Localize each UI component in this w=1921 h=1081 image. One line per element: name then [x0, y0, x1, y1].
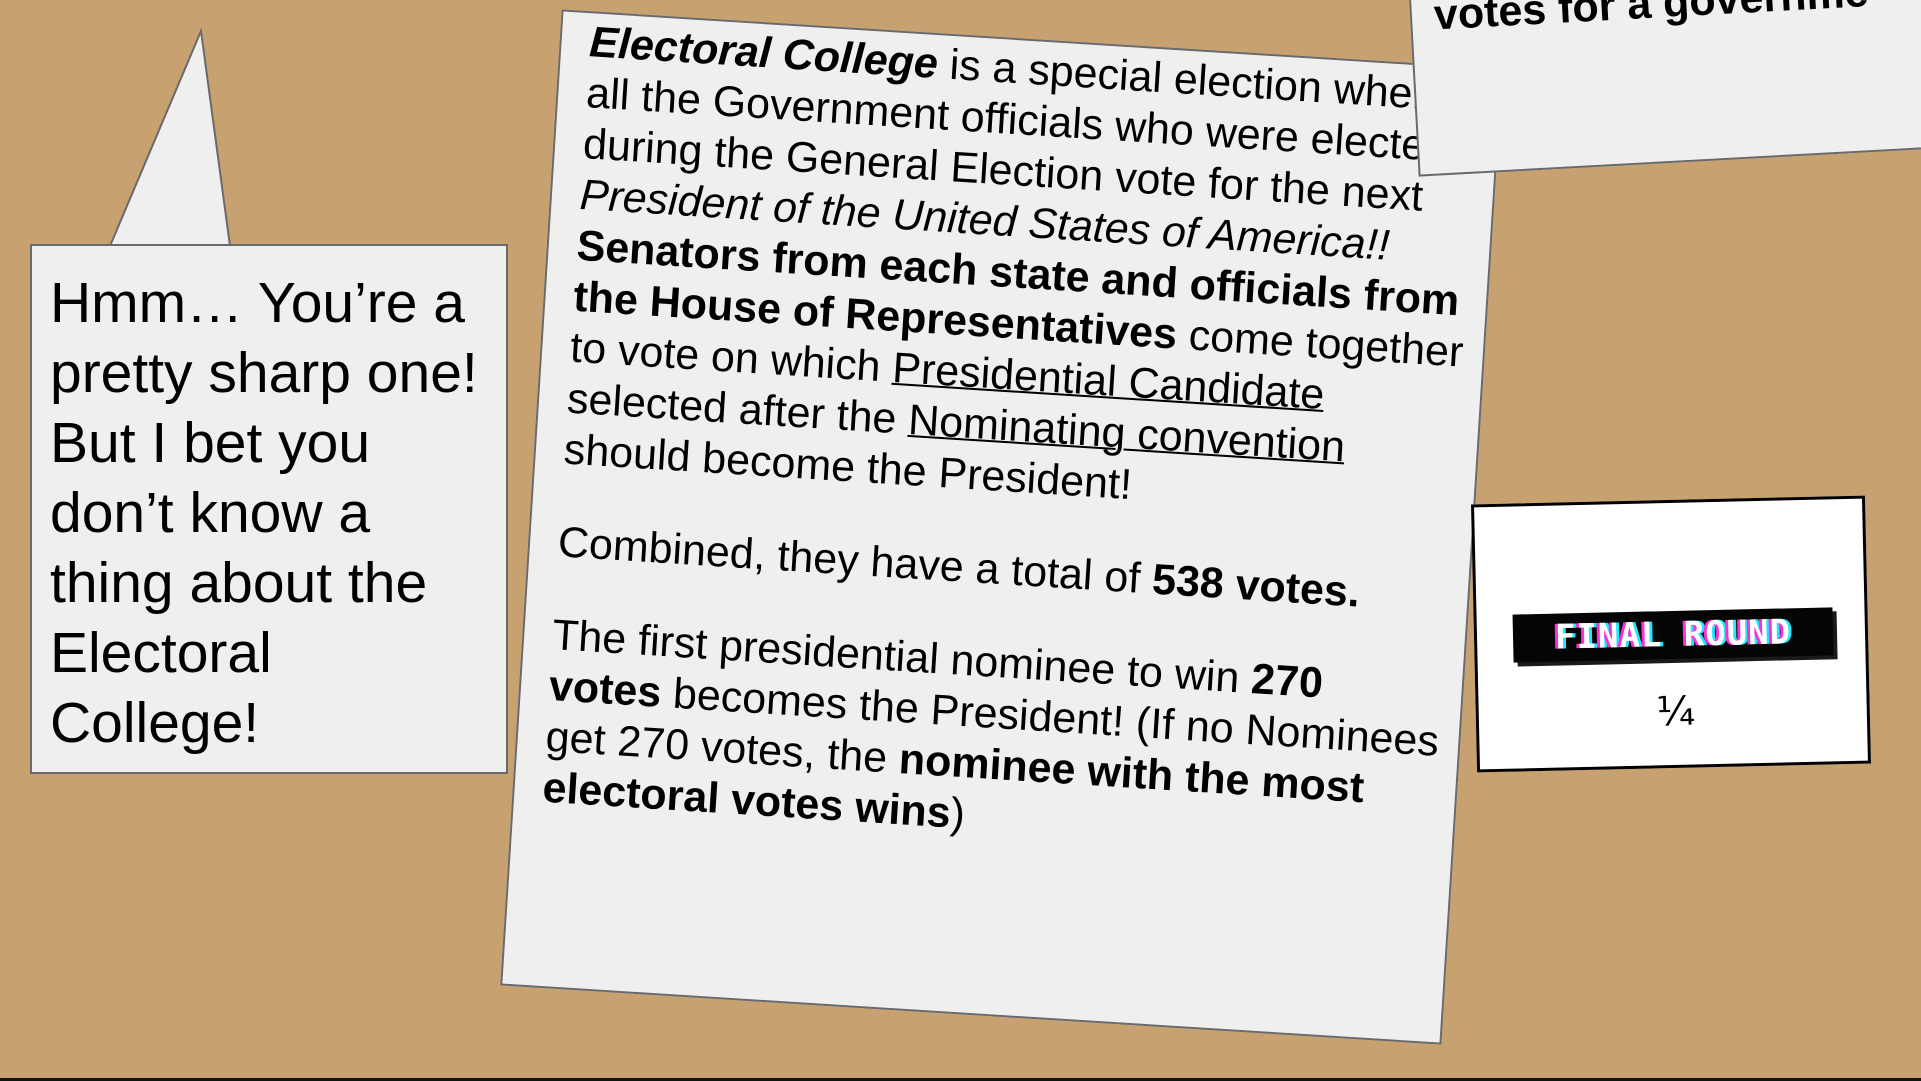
bubble-line: Electoral: [50, 621, 272, 685]
speech-bubble-tail: [108, 27, 232, 247]
definition-paragraph: Electoral College is a special election …: [562, 17, 1484, 531]
bubble-line: don’t know a: [50, 481, 371, 545]
text-run: Combined, they have a total of: [556, 518, 1154, 604]
text-run: ): [949, 789, 967, 839]
corner-card: votes for a governme: [1406, 0, 1921, 177]
final-round-badge: FINAL ROUND: [1512, 607, 1834, 663]
electoral-college-card: Electoral College is a special election …: [500, 9, 1503, 1045]
bubble-line: Hmm… You’re a: [50, 271, 466, 335]
speech-bubble: Hmm… You’re a pretty sharp one! But I be…: [30, 244, 508, 774]
winning-rule-paragraph: The first presidential nominee to win 27…: [541, 610, 1447, 870]
bubble-line: thing about the: [50, 551, 428, 615]
round-progress-fraction: ¼: [1655, 688, 1696, 736]
slide: Hmm… You’re a pretty sharp one! But I be…: [0, 0, 1921, 1081]
total-votes-paragraph: Combined, they have a total of 538 votes…: [557, 517, 1453, 624]
bubble-line: College!: [50, 691, 260, 755]
final-round-card: FINAL ROUND ¼: [1471, 495, 1871, 773]
bubble-line: pretty sharp one!: [50, 341, 478, 405]
total-votes-emphasis: 538 votes.: [1150, 555, 1362, 617]
bubble-line: But I bet you: [50, 411, 371, 475]
final-round-label: FINAL ROUND: [1554, 612, 1792, 658]
corner-card-text: votes for a governme: [1432, 0, 1870, 40]
